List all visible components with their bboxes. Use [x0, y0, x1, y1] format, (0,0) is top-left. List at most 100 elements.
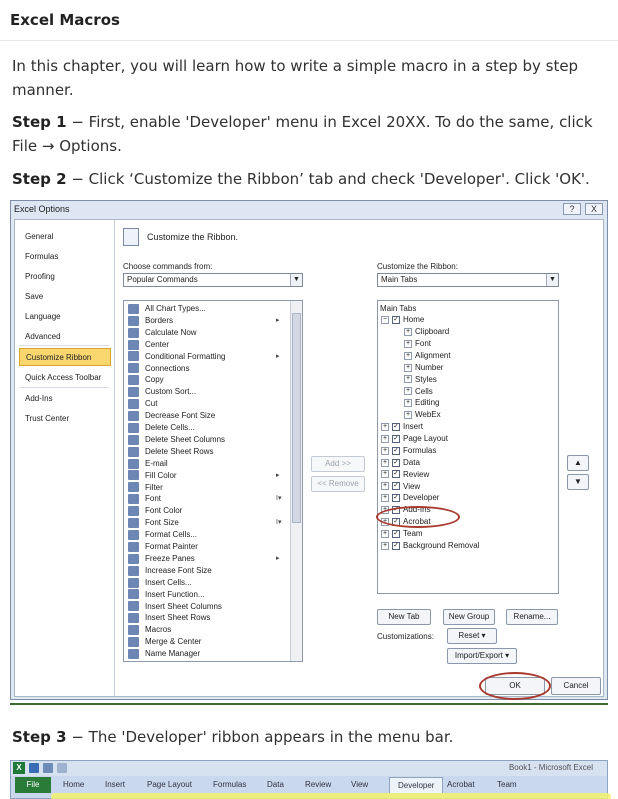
nav-item-formulas[interactable]: Formulas: [19, 248, 111, 266]
tree-tab-item[interactable]: + ✓ Data: [381, 457, 420, 469]
undo-icon[interactable]: [43, 763, 53, 773]
tab-checkbox[interactable]: ✓: [392, 494, 400, 503]
command-item[interactable]: Custom Sort...: [128, 386, 196, 398]
command-item[interactable]: Font Size I▾: [128, 517, 281, 529]
tree-tab-item[interactable]: + ✓ View: [381, 481, 420, 493]
move-down-button[interactable]: ▼: [567, 474, 589, 490]
choose-commands-select[interactable]: Popular Commands ▼: [123, 273, 303, 287]
command-item[interactable]: Insert Cells...: [128, 577, 192, 589]
tab-checkbox[interactable]: ✓: [392, 541, 400, 550]
expand-icon[interactable]: +: [404, 363, 412, 372]
nav-item-general[interactable]: General: [19, 228, 111, 246]
ribbon-tab[interactable]: Page Layout: [147, 777, 192, 793]
command-item[interactable]: Font Color: [128, 505, 182, 517]
expand-icon[interactable]: +: [381, 482, 389, 491]
tree-group-item[interactable]: + Font: [404, 338, 431, 350]
save-icon[interactable]: [29, 763, 39, 773]
tree-item-home[interactable]: − ✓ Home: [381, 314, 424, 326]
ribbon-tab[interactable]: Data: [267, 777, 284, 793]
expand-icon[interactable]: +: [404, 327, 412, 336]
command-item[interactable]: Macros: [128, 624, 171, 636]
expand-icon[interactable]: +: [381, 541, 389, 550]
tab-checkbox[interactable]: ✓: [392, 470, 400, 479]
command-item[interactable]: Insert Sheet Columns: [128, 601, 222, 613]
command-item[interactable]: Connections: [128, 363, 189, 375]
tree-group-item[interactable]: + Alignment: [404, 350, 451, 362]
command-item[interactable]: Fill Color ▸: [128, 470, 280, 482]
nav-item-add-ins[interactable]: Add-Ins: [19, 390, 111, 408]
tree-tab-item[interactable]: + ✓ Review: [381, 469, 429, 481]
close-button[interactable]: X: [585, 203, 603, 215]
tree-group-item[interactable]: + Cells: [404, 386, 433, 398]
tab-checkbox[interactable]: ✓: [392, 422, 400, 431]
command-item[interactable]: Borders ▸: [128, 315, 280, 327]
command-item[interactable]: Center: [128, 339, 169, 351]
scrollbar-thumb[interactable]: [292, 313, 301, 523]
tab-checkbox[interactable]: ✓: [392, 529, 400, 538]
command-item[interactable]: Delete Cells...: [128, 422, 195, 434]
tree-tab-item[interactable]: + ✓ Insert: [381, 421, 423, 433]
tree-group-item[interactable]: + Clipboard: [404, 326, 449, 338]
tree-group-item[interactable]: + WebEx: [404, 409, 441, 421]
ribbon-tab[interactable]: Team: [497, 777, 517, 793]
nav-item-advanced[interactable]: Advanced: [19, 328, 111, 346]
nav-item-trust-center[interactable]: Trust Center: [19, 410, 111, 428]
tree-group-item[interactable]: + Styles: [404, 374, 437, 386]
ribbon-tab[interactable]: Home: [63, 777, 84, 793]
expand-icon[interactable]: +: [404, 375, 412, 384]
customize-ribbon-select[interactable]: Main Tabs ▼: [377, 273, 559, 287]
remove-button[interactable]: << Remove: [311, 476, 365, 492]
command-item[interactable]: Freeze Panes ▸: [128, 553, 280, 565]
commands-list[interactable]: All Chart Types... Borders ▸ Calculate Now C…: [123, 300, 303, 662]
command-item[interactable]: Format Cells...: [128, 529, 197, 541]
tree-tab-item[interactable]: + ✓ Developer: [381, 492, 439, 504]
expand-icon[interactable]: +: [381, 446, 389, 455]
command-item[interactable]: All Chart Types...: [128, 303, 206, 315]
expand-icon[interactable]: +: [404, 399, 412, 408]
command-item[interactable]: Merge & Center: [128, 636, 201, 648]
expand-icon[interactable]: +: [381, 529, 389, 538]
tree-tab-item[interactable]: + ✓ Background Removal: [381, 540, 479, 552]
expand-icon[interactable]: +: [404, 411, 412, 420]
command-item[interactable]: Delete Sheet Rows: [128, 446, 213, 458]
command-item[interactable]: Copy: [128, 374, 164, 386]
expand-icon[interactable]: +: [381, 458, 389, 467]
command-item[interactable]: Format Painter: [128, 541, 198, 553]
command-item[interactable]: Conditional Formatting ▸: [128, 351, 280, 363]
command-item[interactable]: Calculate Now: [128, 327, 197, 339]
tree-tab-item[interactable]: + ✓ Team: [381, 528, 423, 540]
new-group-button[interactable]: New Group: [443, 609, 495, 625]
expand-icon[interactable]: +: [404, 351, 412, 360]
ribbon-tabs-tree[interactable]: Main Tabs − ✓ Home + Clipboard + Font + Alignme…: [377, 300, 559, 594]
collapse-icon[interactable]: −: [381, 315, 389, 324]
ribbon-tab[interactable]: View: [351, 777, 368, 793]
command-item[interactable]: Delete Sheet Columns: [128, 434, 225, 446]
command-item[interactable]: Filter: [128, 482, 163, 494]
command-item[interactable]: Insert Sheet Rows: [128, 612, 210, 624]
tab-checkbox[interactable]: ✓: [392, 458, 400, 467]
command-item[interactable]: Font I▾: [128, 493, 281, 505]
reset-button[interactable]: Reset ▾: [447, 628, 497, 644]
expand-icon[interactable]: +: [404, 387, 412, 396]
tree-tab-item[interactable]: + ✓ Page Layout: [381, 433, 448, 445]
command-item[interactable]: Increase Font Size: [128, 565, 212, 577]
command-item[interactable]: E-mail: [128, 458, 168, 470]
tab-checkbox[interactable]: ✓: [392, 446, 400, 455]
file-tab[interactable]: File: [15, 777, 51, 793]
tree-group-item[interactable]: + Editing: [404, 397, 439, 409]
tab-checkbox[interactable]: ✓: [392, 482, 400, 491]
ribbon-tab[interactable]: Formulas: [213, 777, 246, 793]
nav-item-proofing[interactable]: Proofing: [19, 268, 111, 286]
ribbon-tab[interactable]: Developer: [389, 777, 444, 793]
ribbon-tab[interactable]: Acrobat: [447, 777, 475, 793]
nav-item-save[interactable]: Save: [19, 288, 111, 306]
tree-group-item[interactable]: + Number: [404, 362, 443, 374]
tree-tab-item[interactable]: + ✓ Formulas: [381, 445, 436, 457]
expand-icon[interactable]: +: [381, 434, 389, 443]
command-item[interactable]: Cut: [128, 398, 157, 410]
commands-scrollbar[interactable]: [290, 301, 302, 661]
command-item[interactable]: Decrease Font Size: [128, 410, 215, 422]
cancel-button[interactable]: Cancel: [551, 677, 601, 695]
nav-item-language[interactable]: Language: [19, 308, 111, 326]
ribbon-tab[interactable]: Review: [305, 777, 331, 793]
